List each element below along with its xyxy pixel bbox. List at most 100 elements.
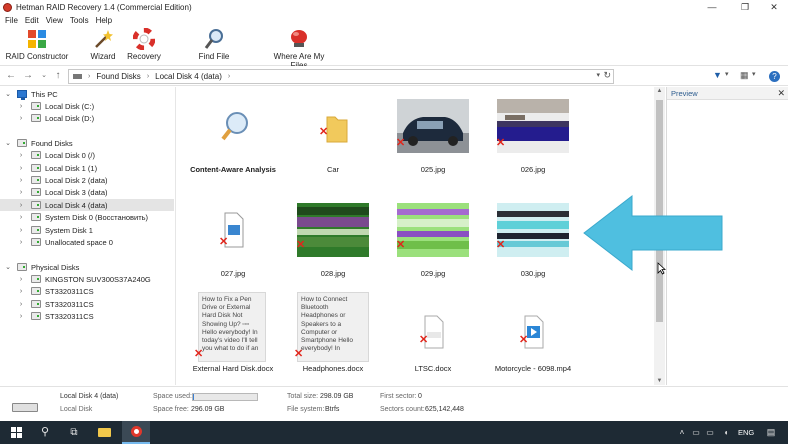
- file-tile[interactable]: ✕ 025.jpg: [383, 87, 483, 182]
- raid-constructor-button[interactable]: RAID Constructor: [4, 28, 70, 61]
- document-preview: How to Connect Bluetooth Headphones or S…: [297, 292, 369, 362]
- minimize-button[interactable]: —: [700, 0, 724, 14]
- tree-item-found-disk[interactable]: › Local Disk 1 (1): [0, 162, 174, 174]
- menu-tools[interactable]: Tools: [70, 16, 89, 25]
- tree-item-physical-disks[interactable]: ⌄ Physical Disks: [0, 261, 174, 273]
- scroll-up-icon[interactable]: ▲: [654, 88, 665, 94]
- tree-item-physical-disk[interactable]: › ST3320311CS: [0, 310, 174, 322]
- history-dropdown-icon[interactable]: ⌄: [38, 69, 50, 83]
- file-tile[interactable]: ✕ 028.jpg: [283, 191, 383, 286]
- help-icon[interactable]: ?: [769, 71, 780, 82]
- image-thumbnail: [397, 203, 469, 257]
- windows-start-icon[interactable]: [6, 421, 26, 444]
- breadcrumb-found-disks[interactable]: Found Disks: [96, 72, 140, 81]
- tree-label: Local Disk 2 (data): [45, 175, 108, 185]
- chevron-right-icon[interactable]: ›: [17, 239, 25, 246]
- refresh-icon[interactable]: ↻: [603, 70, 611, 81]
- total-size-label: Total size:: [287, 393, 319, 400]
- chevron-right-icon[interactable]: ›: [17, 202, 25, 209]
- maximize-button[interactable]: ❐: [733, 0, 757, 14]
- tree-item-this-pc[interactable]: ⌄ This PC: [0, 88, 174, 100]
- image-thumbnail: [497, 99, 569, 153]
- file-tile[interactable]: Content-Aware Analysis: [183, 87, 283, 182]
- wizard-button[interactable]: Wizard: [86, 28, 120, 61]
- tray-display-icon[interactable]: ▭: [704, 421, 716, 444]
- address-dropdown-icon[interactable]: ▾: [596, 71, 600, 79]
- chevron-right-icon[interactable]: ›: [17, 115, 25, 122]
- scroll-down-icon[interactable]: ▼: [654, 378, 665, 384]
- address-input[interactable]: › Found Disks › Local Disk 4 (data) › ▾ …: [68, 69, 614, 84]
- file-tile[interactable]: How to Connect Bluetooth Headphones or S…: [283, 286, 383, 381]
- hetman-app-taskbar-icon[interactable]: [122, 421, 150, 444]
- tree-item-found-disk[interactable]: › Local Disk 0 (/): [0, 149, 174, 161]
- chevron-right-icon[interactable]: ›: [17, 288, 25, 295]
- file-tile[interactable]: ✕ 027.jpg: [183, 191, 283, 286]
- tree-item-local-disk-d[interactable]: › Local Disk (D:): [0, 112, 174, 124]
- file-tile[interactable]: ✕ Car: [283, 87, 383, 182]
- tray-volume-icon[interactable]: ◖: [720, 421, 732, 444]
- chevron-down-icon[interactable]: ⌄: [4, 139, 12, 147]
- preview-close-icon[interactable]: ✕: [777, 88, 785, 99]
- tree-item-found-disk[interactable]: › Local Disk 3 (data): [0, 186, 174, 198]
- chevron-right-icon[interactable]: ›: [17, 227, 25, 234]
- tree-item-found-disk[interactable]: › Unallocated space 0: [0, 236, 174, 248]
- tray-chevron-icon[interactable]: ˄: [676, 421, 688, 444]
- filter-dropdown-icon[interactable]: ▾: [725, 70, 729, 78]
- chevron-right-icon[interactable]: ›: [17, 189, 25, 196]
- deleted-mark-icon: ✕: [419, 334, 429, 346]
- task-view-icon[interactable]: ⧉: [64, 421, 84, 444]
- computer-icon: [17, 90, 27, 100]
- chevron-right-icon[interactable]: ›: [17, 103, 25, 110]
- chevron-right-icon[interactable]: ›: [17, 313, 25, 320]
- file-tile[interactable]: ✕ 029.jpg: [383, 191, 483, 286]
- tree-label: System Disk 1: [45, 225, 93, 235]
- notifications-icon[interactable]: ▤: [764, 421, 778, 444]
- drive-icon: [73, 74, 82, 79]
- tree-item-physical-disk[interactable]: › KINGSTON SUV300S37A240G: [0, 273, 174, 285]
- deleted-mark-icon: ✕: [496, 239, 506, 251]
- tree-item-found-disk[interactable]: › System Disk 0 (Восстановить): [0, 211, 174, 223]
- breadcrumb-local-disk-4[interactable]: Local Disk 4 (data): [155, 72, 222, 81]
- chevron-right-icon[interactable]: ›: [17, 165, 25, 172]
- where-are-my-files-button[interactable]: Where Are My Files: [266, 28, 332, 70]
- recovery-button[interactable]: Recovery: [126, 27, 162, 61]
- chevron-right-icon[interactable]: ›: [17, 276, 25, 283]
- chevron-right-icon[interactable]: ›: [17, 177, 25, 184]
- tree-item-found-disk[interactable]: › Local Disk 2 (data): [0, 174, 174, 186]
- menu-file[interactable]: File: [5, 16, 18, 25]
- up-arrow-icon[interactable]: ↑: [52, 69, 64, 83]
- tray-network-icon[interactable]: ▭: [690, 421, 702, 444]
- menu-edit[interactable]: Edit: [25, 16, 39, 25]
- file-tile[interactable]: ✕ 026.jpg: [483, 87, 583, 182]
- menu-help[interactable]: Help: [96, 16, 112, 25]
- search-icon[interactable]: ⚲: [35, 421, 55, 444]
- tree-item-found-disks[interactable]: ⌄ Found Disks: [0, 137, 174, 149]
- file-name: 027.jpg: [220, 269, 246, 278]
- chevron-right-icon[interactable]: ›: [17, 152, 25, 159]
- tree-item-selected-disk[interactable]: › Local Disk 4 (data): [0, 199, 174, 211]
- chevron-right-icon[interactable]: ›: [17, 214, 25, 221]
- find-file-button[interactable]: Find File: [196, 28, 232, 61]
- file-explorer-icon[interactable]: [93, 421, 115, 444]
- filter-icon[interactable]: ▼: [713, 70, 722, 80]
- file-tile[interactable]: ✕ Motorcycle - 6098.mp4: [483, 286, 583, 381]
- image-file-icon: [197, 203, 269, 257]
- view-dropdown-icon[interactable]: ▾: [752, 70, 756, 78]
- tree-item-physical-disk[interactable]: › ST3320311CS: [0, 298, 174, 310]
- forward-arrow-icon[interactable]: →: [22, 69, 34, 83]
- file-tile[interactable]: ✕ 030.jpg: [483, 191, 583, 286]
- tree-item-physical-disk[interactable]: › ST3320311CS: [0, 285, 174, 297]
- language-indicator[interactable]: ENG: [738, 421, 754, 444]
- file-tile[interactable]: ✕ LTSC.docx: [383, 286, 483, 381]
- back-arrow-icon[interactable]: ←: [5, 69, 17, 83]
- file-tile[interactable]: How to Fix a Pen Drive or External Hard …: [183, 286, 283, 381]
- menu-view[interactable]: View: [46, 16, 63, 25]
- chevron-down-icon[interactable]: ⌄: [4, 263, 12, 271]
- view-mode-icon[interactable]: ▦: [740, 70, 749, 81]
- chevron-right-icon[interactable]: ›: [17, 301, 25, 308]
- close-button[interactable]: ✕: [762, 0, 786, 14]
- tree-item-local-disk-c[interactable]: › Local Disk (C:): [0, 100, 174, 112]
- tree-item-found-disk[interactable]: › System Disk 1: [0, 224, 174, 236]
- chevron-down-icon[interactable]: ⌄: [4, 90, 12, 98]
- disk-icon: [31, 176, 41, 184]
